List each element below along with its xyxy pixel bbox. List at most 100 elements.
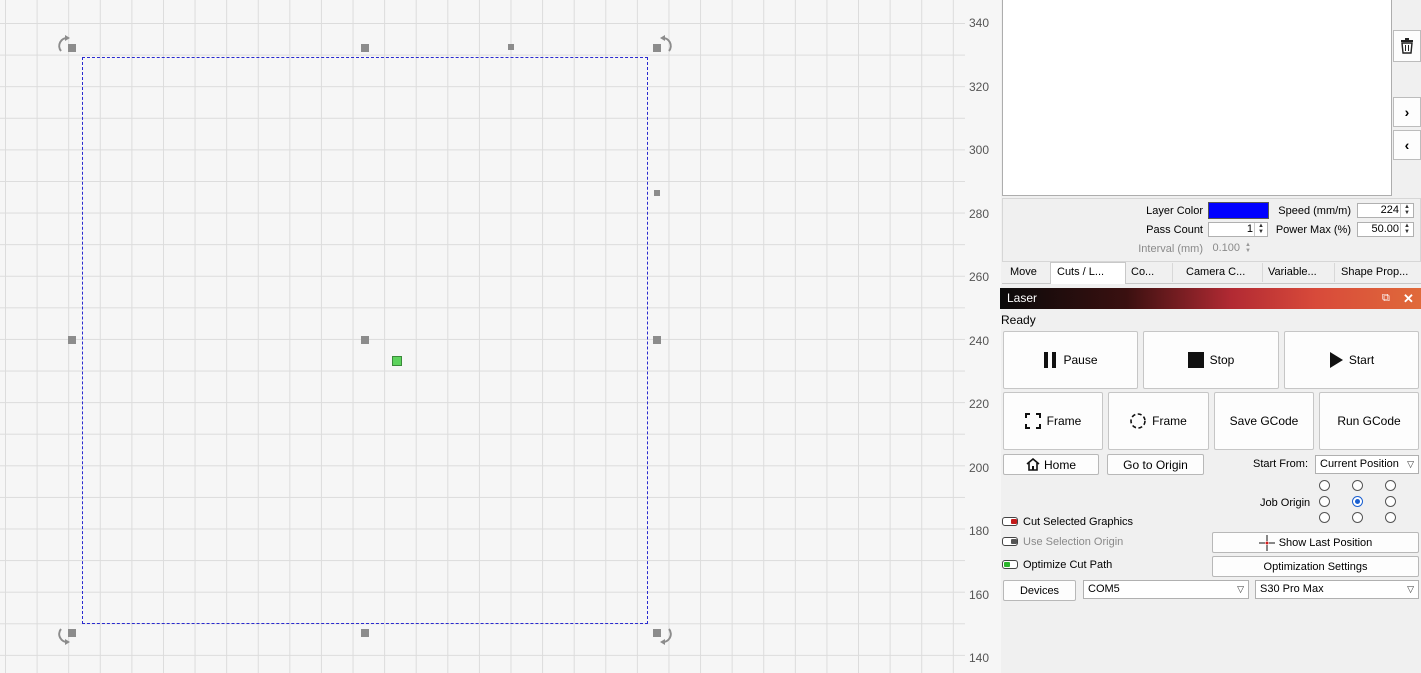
tab-console[interactable]: Co... bbox=[1125, 263, 1173, 282]
skew-handle-top[interactable] bbox=[508, 44, 514, 50]
rotate-icon[interactable] bbox=[654, 626, 674, 646]
delete-layer-button[interactable] bbox=[1393, 30, 1421, 62]
tab-cuts-layers[interactable]: Cuts / L... bbox=[1050, 262, 1126, 284]
ruler-label: 260 bbox=[969, 270, 990, 284]
layer-color-swatch[interactable] bbox=[1208, 202, 1269, 219]
frame-circle-button[interactable]: Frame bbox=[1108, 392, 1209, 450]
power-max-label: Power Max (%) bbox=[1275, 224, 1351, 236]
devices-label: Devices bbox=[1019, 584, 1060, 597]
start-from-label: Start From: bbox=[1253, 458, 1309, 470]
port-value: COM5 bbox=[1088, 583, 1120, 595]
close-icon[interactable]: ✕ bbox=[1403, 288, 1414, 309]
design-canvas[interactable] bbox=[0, 0, 965, 673]
toggle-knob bbox=[1004, 562, 1010, 567]
tab-shape-properties[interactable]: Shape Prop... bbox=[1335, 263, 1419, 282]
job-origin-left[interactable] bbox=[1319, 496, 1330, 507]
ruler-label: 340 bbox=[969, 16, 990, 30]
stop-label: Stop bbox=[1209, 353, 1235, 367]
ruler-label: 240 bbox=[969, 334, 990, 348]
ruler-label: 200 bbox=[969, 461, 990, 475]
home-label: Home bbox=[1043, 457, 1076, 472]
power-max-input[interactable]: 50.00 ▲ ▼ bbox=[1357, 222, 1414, 237]
port-select[interactable]: COM5 ▽ bbox=[1083, 580, 1249, 599]
device-value: S30 Pro Max bbox=[1260, 583, 1324, 595]
show-last-position-button[interactable]: Show Last Position bbox=[1212, 532, 1419, 553]
speed-value: 224 bbox=[1380, 204, 1399, 216]
job-origin-top[interactable] bbox=[1352, 480, 1363, 491]
home-icon bbox=[1026, 458, 1040, 471]
go-to-origin-label: Go to Origin bbox=[1123, 457, 1188, 472]
ruler-label: 140 bbox=[969, 651, 990, 665]
job-origin-label: Job Origin bbox=[1260, 497, 1311, 509]
job-origin-bottom-right[interactable] bbox=[1385, 512, 1396, 523]
job-origin-bottom-left[interactable] bbox=[1319, 512, 1330, 523]
cut-selected-label: Cut Selected Graphics bbox=[1023, 516, 1134, 528]
job-origin-right[interactable] bbox=[1385, 496, 1396, 507]
chevron-down-icon: ▽ bbox=[1237, 584, 1244, 594]
optimize-cut-path-toggle[interactable] bbox=[1002, 560, 1018, 569]
spin-arrows-icon[interactable]: ▲ ▼ bbox=[1400, 223, 1413, 236]
start-button[interactable]: Start bbox=[1284, 331, 1419, 389]
run-gcode-label: Run GCode bbox=[1337, 414, 1401, 428]
devices-button[interactable]: Devices bbox=[1003, 580, 1076, 601]
home-button[interactable]: Home bbox=[1003, 454, 1099, 475]
frame-rectangle-icon bbox=[1024, 413, 1041, 429]
rotate-icon[interactable] bbox=[56, 626, 76, 646]
tab-variable-text[interactable]: Variable... bbox=[1262, 263, 1335, 282]
rotate-icon[interactable] bbox=[654, 34, 674, 54]
interval-input: 0.100 ▲ ▼ bbox=[1208, 241, 1255, 256]
save-gcode-label: Save GCode bbox=[1229, 414, 1299, 428]
cut-selected-toggle[interactable] bbox=[1002, 517, 1018, 526]
trash-icon bbox=[1401, 38, 1413, 54]
spin-arrows-icon: ▲ ▼ bbox=[1245, 242, 1251, 254]
spin-arrows-icon[interactable]: ▲ ▼ bbox=[1400, 204, 1413, 217]
origin-marker bbox=[392, 356, 402, 366]
ruler-label: 320 bbox=[969, 80, 990, 94]
run-gcode-button[interactable]: Run GCode bbox=[1319, 392, 1419, 450]
frame-rect-button[interactable]: Frame bbox=[1003, 392, 1103, 450]
chevron-down-icon: ▽ bbox=[1407, 459, 1414, 469]
layer-properties: Layer Color Speed (mm/m) 224 ▲ ▼ Pass Cou… bbox=[1002, 198, 1421, 262]
resize-handle-bottom[interactable] bbox=[361, 629, 369, 637]
job-origin-center[interactable] bbox=[1352, 496, 1363, 507]
interval-value: 0.100 bbox=[1212, 242, 1240, 254]
ruler-label: 180 bbox=[969, 524, 990, 538]
speed-label: Speed (mm/m) bbox=[1278, 205, 1351, 217]
undock-icon[interactable]: ⧉ bbox=[1382, 288, 1390, 309]
pass-count-input[interactable]: 1 ▲ ▼ bbox=[1208, 222, 1268, 237]
job-origin-top-left[interactable] bbox=[1319, 480, 1330, 491]
stop-button[interactable]: Stop bbox=[1143, 331, 1279, 389]
vertical-ruler: 340 320 300 280 260 240 220 200 180 160 … bbox=[965, 0, 1001, 673]
toggle-knob bbox=[1011, 519, 1017, 524]
crosshair-icon bbox=[1258, 534, 1275, 551]
laser-status: Ready bbox=[1001, 313, 1036, 327]
optimization-settings-button[interactable]: Optimization Settings bbox=[1212, 556, 1419, 577]
job-origin-top-right[interactable] bbox=[1385, 480, 1396, 491]
rotate-icon[interactable] bbox=[56, 34, 76, 54]
pass-count-value: 1 bbox=[1246, 223, 1253, 235]
power-max-value: 50.00 bbox=[1371, 223, 1399, 235]
resize-handle-right[interactable] bbox=[653, 336, 661, 344]
use-selection-origin-toggle bbox=[1002, 537, 1018, 546]
resize-handle-left[interactable] bbox=[68, 336, 76, 344]
collapse-button[interactable]: ‹ bbox=[1393, 130, 1421, 160]
save-gcode-button[interactable]: Save GCode bbox=[1214, 392, 1314, 450]
start-from-select[interactable]: Current Position ▽ bbox=[1315, 455, 1419, 474]
skew-handle-right[interactable] bbox=[654, 190, 660, 196]
job-origin-bottom[interactable] bbox=[1352, 512, 1363, 523]
layer-list[interactable] bbox=[1002, 0, 1392, 196]
device-select[interactable]: S30 Pro Max ▽ bbox=[1255, 580, 1419, 599]
layer-color-label: Layer Color bbox=[1146, 205, 1203, 217]
frame-rect-label: Frame bbox=[1046, 414, 1082, 428]
expand-button[interactable]: › bbox=[1393, 97, 1421, 127]
resize-handle-top[interactable] bbox=[361, 44, 369, 52]
go-to-origin-button[interactable]: Go to Origin bbox=[1107, 454, 1204, 475]
pause-button[interactable]: Pause bbox=[1003, 331, 1138, 389]
pass-count-label: Pass Count bbox=[1146, 224, 1203, 236]
move-handle-center[interactable] bbox=[361, 336, 369, 344]
start-from-value: Current Position bbox=[1320, 458, 1399, 470]
ruler-label: 160 bbox=[969, 588, 990, 602]
tab-move[interactable]: Move bbox=[1004, 263, 1051, 282]
speed-input[interactable]: 224 ▲ ▼ bbox=[1357, 203, 1414, 218]
tab-camera-control[interactable]: Camera C... bbox=[1180, 263, 1263, 282]
